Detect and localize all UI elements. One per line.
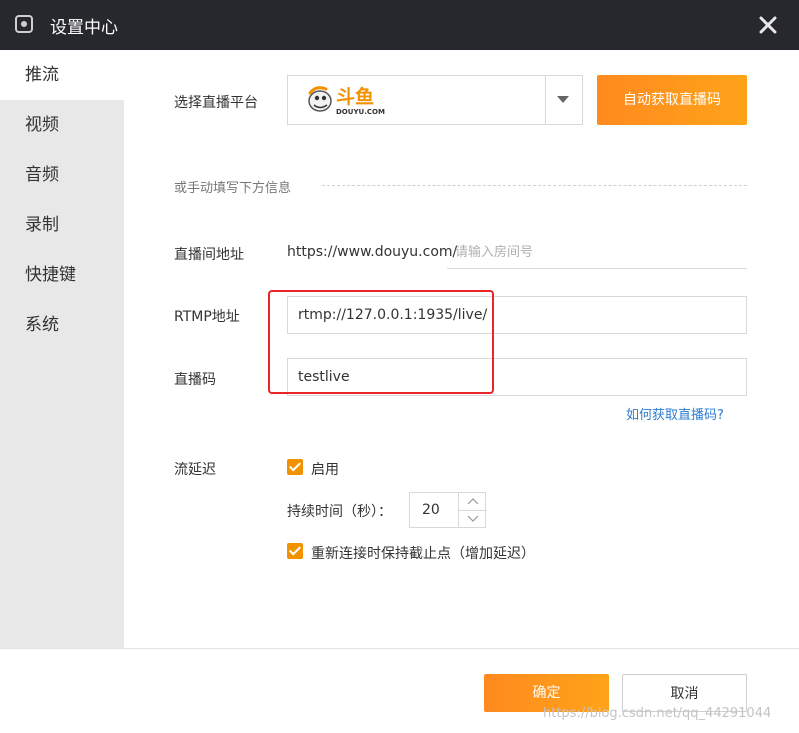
rtmp-label: RTMP地址 [174, 309, 240, 325]
manual-divider-line [322, 185, 747, 186]
platform-label: 选择直播平台 [174, 95, 258, 111]
highlight-annotation-box [268, 290, 494, 394]
chevron-down-icon [467, 515, 479, 522]
manual-divider-text: 或手动填写下方信息 [174, 181, 292, 196]
delay-enable-label: 启用 [311, 462, 339, 478]
how-to-get-key-link[interactable]: 如何获取直播码? [626, 404, 724, 423]
platform-select-toggle[interactable] [545, 76, 582, 124]
window-title: 设置中心 [50, 18, 118, 38]
room-number-input[interactable] [447, 236, 747, 269]
title-bar: 设置中心 [0, 0, 799, 50]
close-button[interactable] [753, 10, 783, 40]
reconnect-keep-cutoff-checkbox[interactable] [287, 543, 303, 559]
delay-label: 流延迟 [174, 462, 216, 478]
chevron-down-icon [557, 96, 569, 103]
spin-down-button[interactable] [458, 510, 487, 527]
sidebar-item-hotkeys[interactable]: 快捷键 [0, 250, 124, 300]
svg-text:DOUYU.COM: DOUYU.COM [336, 108, 385, 116]
duration-label: 持续时间（秒）： [287, 504, 392, 520]
footer-divider [0, 648, 799, 649]
auto-get-key-button[interactable]: 自动获取直播码 [597, 75, 747, 125]
svg-text:斗鱼: 斗鱼 [336, 85, 374, 108]
sidebar-item-video[interactable]: 视频 [0, 100, 124, 150]
spin-up-button[interactable] [458, 493, 487, 511]
stream-key-label: 直播码 [174, 372, 216, 388]
close-icon [759, 16, 777, 34]
sidebar-item-audio[interactable]: 音频 [0, 150, 124, 200]
room-url-label: 直播间地址 [174, 247, 244, 263]
reconnect-keep-cutoff-label: 重新连接时保持截止点（增加延迟） [311, 546, 535, 562]
duration-value[interactable]: 20 [422, 502, 440, 518]
sidebar-item-stream[interactable]: 推流 [0, 50, 124, 100]
duration-spinner: 20 [409, 492, 487, 528]
sidebar-item-recording[interactable]: 录制 [0, 200, 124, 250]
delay-enable-checkbox[interactable] [287, 459, 303, 475]
app-logo-icon [15, 15, 33, 33]
platform-select[interactable]: 斗鱼 DOUYU.COM [287, 75, 583, 125]
room-url-prefix: https://www.douyu.com/ [287, 244, 458, 260]
settings-sidebar: 推流 视频 音频 录制 快捷键 系统 [0, 50, 124, 648]
watermark: https://blog.csdn.net/qq_44291044 [543, 706, 772, 721]
sidebar-item-system[interactable]: 系统 [0, 300, 124, 350]
chevron-up-icon [467, 498, 479, 505]
douyu-logo: 斗鱼 DOUYU.COM [306, 83, 392, 121]
